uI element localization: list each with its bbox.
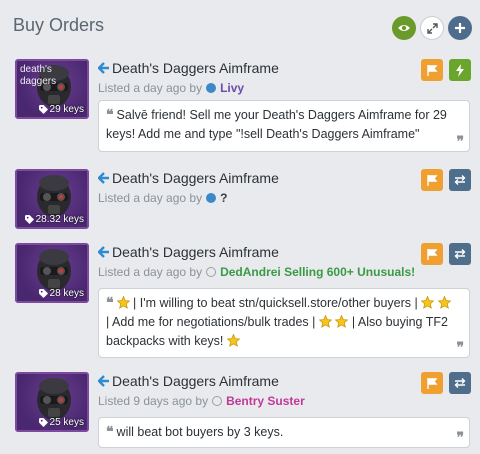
- listing-info: Listed 9 days ago by Bentry Suster: [98, 394, 305, 408]
- price-label: 25 keys: [38, 417, 84, 428]
- item-custom-name: death's daggers: [20, 64, 57, 87]
- message-text: will beat bot buyers by 3 keys.: [116, 425, 284, 439]
- item-name[interactable]: Death's Daggers Aimframe: [112, 244, 279, 260]
- listed-time: Listed a day ago by: [98, 265, 203, 279]
- tag-icon: [38, 105, 48, 114]
- trade-message: ❝ Salvē friend! Sell me your Death's Dagg…: [98, 100, 470, 152]
- online-status-icon: [206, 83, 217, 93]
- report-button[interactable]: [421, 59, 443, 81]
- price-label: 28.32 keys: [24, 214, 84, 225]
- flag-icon: [426, 174, 437, 186]
- star-icon: [226, 334, 240, 347]
- star-icon: [421, 296, 435, 309]
- price-value: 25 keys: [49, 417, 84, 428]
- toggle-visibility-button[interactable]: [392, 16, 416, 40]
- listed-time: Listed 9 days ago by: [98, 394, 209, 408]
- user-link[interactable]: Bentry Suster: [226, 394, 305, 408]
- quote-open-icon: ❝: [106, 294, 114, 310]
- item-name-row[interactable]: Death's Daggers Aimframe: [98, 243, 279, 261]
- swap-arrows-icon: [454, 249, 466, 259]
- item-name[interactable]: Death's Daggers Aimframe: [112, 60, 279, 76]
- flag-icon: [426, 64, 437, 76]
- report-button[interactable]: [421, 372, 443, 394]
- user-link[interactable]: Livy: [220, 81, 244, 95]
- arrow-left-icon: [98, 172, 109, 184]
- trade-offer-button[interactable]: [449, 243, 471, 265]
- listed-time: Listed a day ago by: [98, 81, 203, 95]
- swap-arrows-icon: [454, 378, 466, 388]
- item-thumbnail[interactable]: 28.32 keys: [15, 169, 89, 229]
- item-name[interactable]: Death's Daggers Aimframe: [112, 373, 279, 389]
- swap-arrows-icon: [454, 175, 466, 185]
- add-order-button[interactable]: [448, 16, 472, 40]
- arrow-left-icon: [98, 375, 109, 387]
- page-title: Buy Orders: [13, 15, 105, 35]
- quote-close-icon: ❞: [456, 133, 464, 149]
- header: Buy Orders: [0, 0, 480, 52]
- buy-order: death's daggers 29 keys Death's Daggers …: [0, 59, 480, 157]
- message-text-part: | I'm willing to beat stn/quicksell.stor…: [133, 296, 418, 310]
- expand-icon: [426, 22, 438, 34]
- lightning-icon: [456, 63, 464, 77]
- message-text: Salvē friend! Sell me your Death's Dagge…: [106, 108, 447, 141]
- buy-order: 28 keys Death's Daggers Aimframe Listed …: [0, 243, 480, 361]
- report-button[interactable]: [421, 243, 443, 265]
- price-value: 28 keys: [49, 288, 84, 299]
- instant-trade-button[interactable]: [449, 59, 471, 81]
- tag-icon: [24, 215, 34, 224]
- star-icon: [335, 315, 349, 328]
- flag-icon: [426, 248, 437, 260]
- price-label: 29 keys: [38, 104, 84, 115]
- item-name-row[interactable]: Death's Daggers Aimframe: [98, 372, 279, 390]
- eye-icon: [398, 25, 410, 31]
- user-link[interactable]: DedAndrei Selling 600+ Unusuals!: [220, 265, 415, 279]
- expand-button[interactable]: [420, 16, 444, 40]
- price-value: 28.32 keys: [35, 214, 84, 225]
- trade-offer-button[interactable]: [449, 372, 471, 394]
- offline-status-icon: [212, 396, 223, 406]
- arrow-left-icon: [98, 62, 109, 74]
- user-link[interactable]: ?: [220, 191, 227, 205]
- listing-info: Listed a day ago by Livy: [98, 81, 244, 95]
- trade-message: ❝ | I'm willing to beat stn/quicksell.st…: [98, 288, 470, 358]
- tag-icon: [38, 418, 48, 427]
- item-name-row[interactable]: Death's Daggers Aimframe: [98, 59, 279, 77]
- listed-time: Listed a day ago by: [98, 191, 203, 205]
- star-icon: [437, 296, 451, 309]
- item-thumbnail[interactable]: death's daggers 29 keys: [15, 59, 89, 119]
- item-name-row[interactable]: Death's Daggers Aimframe: [98, 169, 279, 187]
- flag-icon: [426, 377, 437, 389]
- offline-status-icon: [206, 267, 217, 277]
- item-thumbnail[interactable]: 25 keys: [15, 372, 89, 432]
- item-name[interactable]: Death's Daggers Aimframe: [112, 170, 279, 186]
- listing-info: Listed a day ago by DedAndrei Selling 60…: [98, 265, 415, 279]
- arrow-left-icon: [98, 246, 109, 258]
- quote-open-icon: ❝: [106, 106, 114, 122]
- listing-info: Listed a day ago by ?: [98, 191, 227, 205]
- star-icon: [116, 296, 130, 309]
- price-value: 29 keys: [49, 104, 84, 115]
- trade-offer-button[interactable]: [449, 169, 471, 191]
- quote-close-icon: ❞: [456, 429, 464, 445]
- report-button[interactable]: [421, 169, 443, 191]
- tag-icon: [38, 289, 48, 298]
- buy-order: 25 keys Death's Daggers Aimframe Listed …: [0, 372, 480, 452]
- message-text-part: | Add me for negotiations/bulk trades |: [106, 315, 316, 329]
- price-label: 28 keys: [38, 288, 84, 299]
- star-icon: [318, 315, 332, 328]
- quote-open-icon: ❝: [106, 423, 114, 439]
- quote-close-icon: ❞: [456, 339, 464, 355]
- item-thumbnail[interactable]: 28 keys: [15, 243, 89, 303]
- online-status-icon: [206, 193, 217, 203]
- plus-icon: [455, 23, 465, 33]
- buy-order: 28.32 keys Death's Daggers Aimframe List…: [0, 169, 480, 229]
- trade-message: ❝ will beat bot buyers by 3 keys. ❞: [98, 417, 470, 448]
